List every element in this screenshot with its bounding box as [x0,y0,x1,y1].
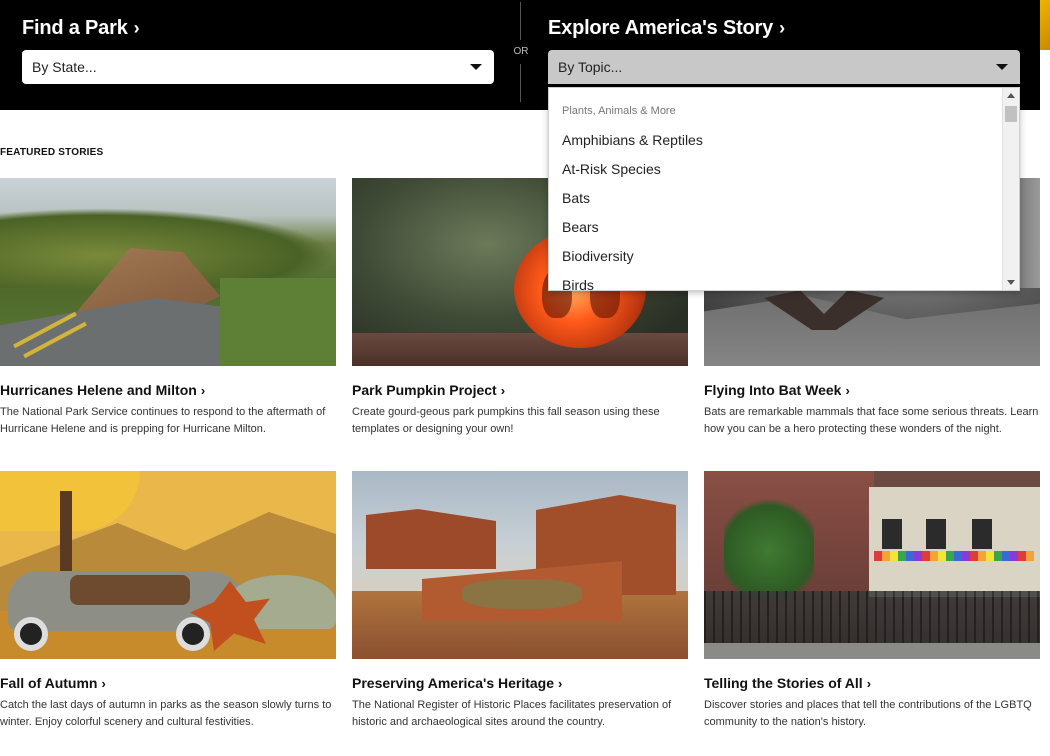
story-title-link[interactable]: Telling the Stories of All › [704,675,1040,691]
story-image-stonewall[interactable] [704,471,1040,659]
chevron-right-icon: › [866,675,872,691]
caret-down-icon [470,64,482,70]
story-description: The National Park Service continues to r… [0,406,326,435]
dropdown-option[interactable]: Bears [549,215,1019,244]
story-description: Catch the last days of autumn in parks a… [0,699,332,728]
caret-down-icon [996,64,1008,70]
find-a-park-section: Find a Park › By State... [22,14,494,84]
explore-story-section: Explore America's Story › By Topic... [548,14,1020,84]
chevron-right-icon: › [558,675,563,691]
find-a-park-title: Find a Park [22,17,128,39]
page-edge-image [1040,0,1050,50]
story-card: Fall of Autumn › Catch the last days of … [0,471,336,731]
story-title: Hurricanes Helene and Milton [0,382,197,398]
story-title-link[interactable]: Preserving America's Heritage › [352,675,688,691]
explore-story-title: Explore America's Story [548,17,774,39]
dropdown-option[interactable]: Bats [549,186,1019,215]
chevron-right-icon: › [101,675,106,691]
story-image-autumn[interactable] [0,471,336,659]
story-card: Preserving America's Heritage › The Nati… [352,471,688,731]
chevron-right-icon: › [133,18,140,38]
topic-dropdown-list[interactable]: Plants, Animals & More Amphibians & Rept… [548,87,1020,291]
featured-stories-heading: FEATURED STORIES [0,147,104,158]
dropdown-option[interactable]: Biodiversity [549,244,1019,273]
story-description: The National Register of Historic Places… [352,699,672,728]
story-title-link[interactable]: Park Pumpkin Project › [352,382,688,398]
divider [520,64,521,102]
story-title: Preserving America's Heritage [352,675,555,691]
story-title: Telling the Stories of All [704,675,863,691]
scroll-down-icon[interactable] [1007,280,1015,285]
story-image-landslide[interactable] [0,178,336,366]
scroll-thumb[interactable] [1005,106,1017,122]
dropdown-option[interactable]: Birds [549,273,1019,290]
state-select-value: By State... [32,59,97,75]
state-select[interactable]: By State... [22,50,494,84]
story-title: Flying Into Bat Week [704,382,842,398]
or-label: OR [513,46,529,57]
story-image-ruins[interactable] [352,471,688,659]
dropdown-option[interactable]: At-Risk Species [549,157,1019,186]
dropdown-group-label: Plants, Animals & More [562,105,676,117]
topic-select[interactable]: By Topic... [548,50,1020,84]
story-card: Telling the Stories of All › Discover st… [704,471,1040,731]
story-title-link[interactable]: Fall of Autumn › [0,675,336,691]
story-description: Create gourd-geous park pumpkins this fa… [352,406,660,435]
chevron-right-icon: › [845,382,850,398]
chevron-right-icon: › [779,18,785,38]
explore-story-link[interactable]: Explore America's Story › [548,14,1020,42]
story-card: Hurricanes Helene and Milton › The Natio… [0,178,336,438]
story-title-link[interactable]: Hurricanes Helene and Milton › [0,382,336,398]
story-description: Bats are remarkable mammals that face so… [704,406,1039,435]
topic-select-value: By Topic... [558,59,623,75]
chevron-right-icon: › [500,382,506,398]
story-title: Park Pumpkin Project [352,382,497,398]
scroll-up-icon[interactable] [1007,93,1015,98]
find-a-park-link[interactable]: Find a Park › [22,14,494,42]
divider [520,2,521,40]
dropdown-option[interactable]: Amphibians & Reptiles [549,128,1019,157]
dropdown-scrollbar[interactable] [1002,88,1019,290]
story-description: Discover stories and places that tell th… [704,699,1032,728]
story-title: Fall of Autumn [0,675,98,691]
chevron-right-icon: › [200,382,206,398]
story-title-link[interactable]: Flying Into Bat Week › [704,382,1040,398]
